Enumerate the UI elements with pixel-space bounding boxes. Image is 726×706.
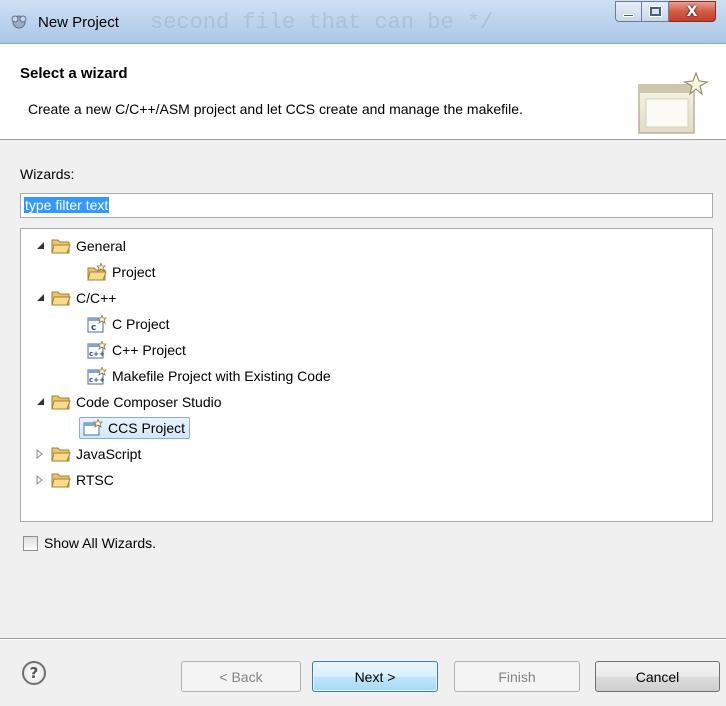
tree-item-project[interactable]: Project: [87, 259, 156, 284]
c-project-icon: c: [87, 314, 107, 333]
svg-text:c++: c++: [89, 376, 105, 384]
window-controls: X: [615, 1, 716, 24]
tree-item-label: CCS Project: [108, 419, 186, 436]
next-button[interactable]: Next >: [312, 661, 438, 692]
show-all-wizards-option[interactable]: Show All Wizards.: [23, 535, 156, 551]
next-button-label: Next >: [354, 668, 396, 685]
maximize-icon: [648, 6, 662, 17]
cancel-button-label: Cancel: [635, 668, 680, 685]
finish-button-label: Finish: [498, 668, 536, 685]
tree-item-javascript[interactable]: JavaScript: [33, 441, 141, 466]
tree-item-label: General: [76, 237, 126, 254]
tree-item-general[interactable]: General: [33, 233, 126, 258]
folder-open-icon: [51, 291, 71, 305]
tree-item-label: C Project: [112, 315, 170, 332]
svg-text:c++: c++: [89, 350, 105, 358]
folder-open-icon: [51, 395, 71, 409]
close-icon: X: [686, 3, 698, 20]
tree-item-cpp-category[interactable]: C/C++: [33, 285, 116, 310]
back-button-label: < Back: [219, 668, 263, 685]
tree-item-label: JavaScript: [76, 445, 142, 462]
help-icon: ?: [29, 664, 39, 682]
tree-item-rtsc[interactable]: RTSC: [33, 467, 114, 492]
wizards-label: Wizards:: [20, 166, 75, 182]
tree-item-code-composer-studio[interactable]: Code Composer Studio: [33, 389, 222, 414]
tree-item-label: RTSC: [76, 471, 114, 488]
show-all-wizards-label: Show All Wizards.: [44, 535, 157, 551]
tree-item-makefile-project[interactable]: c++ Makefile Project with Existing Code: [87, 363, 331, 388]
expand-toggle-icon[interactable]: [33, 395, 47, 409]
maximize-button[interactable]: [642, 1, 669, 22]
wizard-header: Select a wizard Create a new C/C++/ASM p…: [0, 44, 726, 140]
tree-item-label: Project: [112, 263, 156, 280]
expand-toggle-icon[interactable]: [33, 239, 47, 253]
minimize-button[interactable]: [615, 1, 642, 22]
page-description: Create a new C/C++/ASM project and let C…: [28, 101, 523, 117]
folder-icon: [51, 447, 71, 461]
cpp-project-icon: c++: [87, 340, 107, 358]
filter-input-text: type filter text: [24, 197, 110, 213]
expand-toggle-icon[interactable]: [33, 291, 47, 305]
show-all-wizards-checkbox[interactable]: [23, 535, 38, 551]
cpp-project-icon: c++: [87, 366, 107, 384]
page-title: Select a wizard: [20, 65, 128, 82]
folder-icon: [51, 473, 71, 487]
close-button[interactable]: X: [669, 1, 716, 22]
tree-item-label: Makefile Project with Existing Code: [112, 367, 331, 384]
title-watermark: second file that can be */: [150, 10, 494, 35]
wizard-tree[interactable]: General Project C/C++ c C Project c++ C+…: [20, 228, 713, 522]
tree-item-label: C/C++: [76, 289, 117, 306]
finish-button[interactable]: Finish: [454, 661, 580, 692]
wizard-banner-icon: [638, 71, 709, 134]
help-button[interactable]: ?: [22, 661, 46, 685]
ccs-project-icon: [83, 418, 103, 435]
expand-toggle-icon[interactable]: [33, 447, 47, 461]
selection-highlight: CCS Project: [79, 416, 191, 439]
project-wizard-icon: [87, 262, 107, 280]
footer-separator: [0, 638, 726, 640]
filter-input[interactable]: type filter text: [20, 193, 713, 218]
minimize-icon: [623, 14, 634, 17]
window-title: New Project: [38, 14, 119, 31]
back-button[interactable]: < Back: [181, 661, 301, 692]
title-bar[interactable]: New Project second file that can be */ X: [0, 0, 726, 44]
svg-text:c: c: [91, 323, 96, 333]
tree-item-ccs-project[interactable]: CCS Project: [79, 415, 191, 440]
tree-item-label: Code Composer Studio: [76, 393, 222, 410]
app-icon: [11, 15, 27, 29]
tree-item-cpp-project[interactable]: c++ C++ Project: [87, 337, 186, 362]
tree-item-label: C++ Project: [112, 341, 186, 358]
tree-item-c-project[interactable]: c C Project: [87, 311, 170, 336]
cancel-button[interactable]: Cancel: [595, 661, 720, 692]
folder-open-icon: [51, 239, 71, 253]
expand-toggle-icon[interactable]: [33, 473, 47, 487]
